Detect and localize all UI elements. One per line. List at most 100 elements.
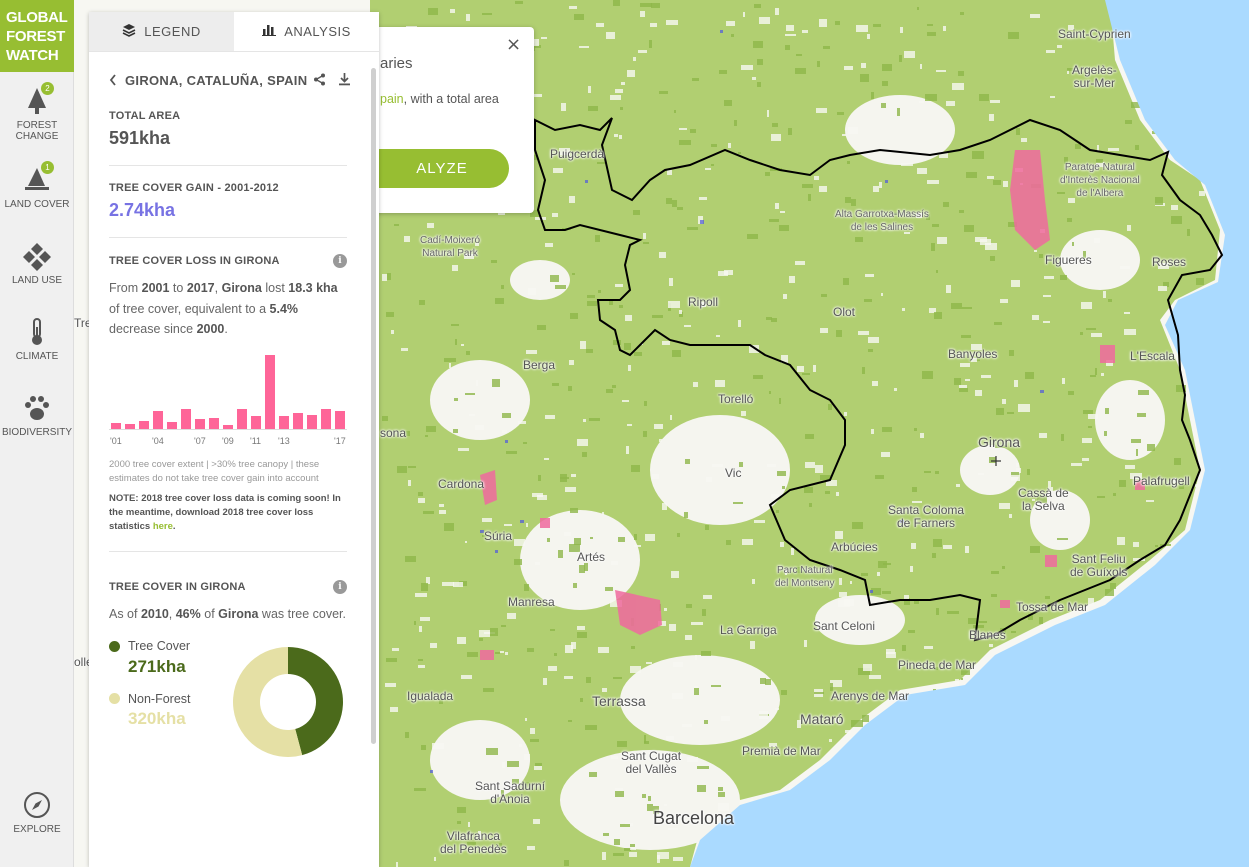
gain-section: TREE COVER GAIN - 2001-2012 2.74kha (109, 182, 351, 221)
map-place-label: Manresa (508, 595, 555, 609)
loss-bar-2006[interactable] (180, 408, 192, 429)
loss-note-2018: NOTE: 2018 tree cover loss data is comin… (109, 492, 347, 534)
map-place-label: Paratge Natural d'Interès Nacional de l'Al… (1060, 162, 1140, 199)
menu-climate[interactable]: CLIMATE (0, 317, 74, 362)
loss-bar-2008[interactable] (208, 418, 220, 429)
loss-bar-2016[interactable] (320, 409, 332, 429)
loss-bar-2002[interactable] (124, 423, 136, 429)
text: As of (109, 606, 141, 621)
menu-land-cover-label: LAND COVER (4, 199, 70, 210)
text: , (168, 606, 176, 621)
loss-end-year: 2017 (186, 281, 215, 295)
panel-scrollbar[interactable] (371, 68, 376, 744)
map-place-label: Alta Garrotxa-Massís de les Salines (835, 209, 929, 233)
legend-tree-cover: Tree Cover (109, 636, 191, 657)
non-forest-label: Non-Forest (128, 691, 191, 706)
map-place-label: Mataró (800, 711, 844, 727)
loss-bar-2017[interactable] (334, 411, 346, 429)
cover-sentence: As of 2010, 46% of Girona was tree cover… (109, 604, 347, 625)
map-place-label: Vilafranca del Penedès (440, 829, 507, 856)
bar-chart-icon (262, 24, 277, 39)
tab-legend[interactable]: LEGEND (89, 12, 234, 51)
total-area-section: TOTAL AREA 591kha (109, 110, 351, 149)
divider (109, 237, 347, 238)
loss-amount: 18.3 kha (288, 281, 338, 295)
loss-bar-2005[interactable] (166, 421, 178, 429)
loss-bar-2014[interactable] (292, 413, 304, 429)
menu-forest-change[interactable]: 2 FOREST CHANGE (0, 82, 74, 142)
total-area-label: TOTAL AREA (109, 110, 181, 122)
loss-bar-2013[interactable] (278, 416, 290, 429)
menu-land-use[interactable]: LAND USE (0, 241, 74, 286)
loss-bar-2011[interactable] (250, 416, 262, 429)
map-place-label: Torelló (718, 392, 754, 406)
map-place-label: Pineda de Mar (898, 658, 977, 672)
cover-legend-block: Tree Cover 271kha Non-Forest 320kha (109, 636, 347, 766)
text: From (109, 281, 142, 295)
download-icon[interactable] (338, 71, 351, 90)
cover-title: TREE COVER IN GIRONA (109, 580, 246, 593)
info-icon[interactable]: i (333, 254, 347, 268)
x-tick-label: '11 (250, 435, 262, 446)
analysis-popup: aries pain, with a total area ALYZE × (375, 27, 534, 213)
text: of tree cover, equivalent to a (109, 301, 270, 316)
loss-bar-2007[interactable] (194, 418, 206, 429)
text: lost (261, 281, 289, 295)
map-place-label: Blanes (969, 628, 1006, 642)
total-area-value: 591kha (109, 128, 171, 148)
loss-bar-2001[interactable] (110, 423, 122, 429)
loss-bar-2010[interactable] (236, 409, 248, 429)
map-place-label: Sant Celoni (813, 619, 876, 633)
menu-biodiversity[interactable]: BIODIVERSITY (0, 393, 74, 438)
text: . (224, 322, 228, 336)
map-place-label: Puigcerdà (550, 147, 605, 161)
menu-biodiversity-label: BIODIVERSITY (1, 427, 72, 438)
tree-cover-value: 271kha (128, 656, 186, 676)
layers-icon (122, 23, 136, 40)
menu-explore[interactable]: EXPLORE (0, 790, 74, 835)
text: decrease since (109, 322, 197, 336)
menu-land-cover[interactable]: 1 LAND COVER (0, 161, 74, 210)
forest-change-badge: 2 (41, 82, 54, 95)
back-chevron-icon[interactable] (109, 71, 117, 90)
map-place-label: Sant Cugat del Vallès (621, 749, 682, 776)
map-place-label: Ripoll (688, 295, 719, 309)
analyze-button[interactable]: ALYZE (375, 149, 509, 188)
gain-label: TREE COVER GAIN - 2001-2012 (109, 182, 279, 194)
share-icon[interactable] (313, 71, 326, 90)
loss-bar-2009[interactable] (222, 425, 234, 429)
text: , (214, 281, 222, 295)
map-place-label: Palafrugell (1133, 474, 1190, 488)
logo-line-1: GLOBAL (6, 9, 68, 26)
non-forest-value: 320kha (128, 709, 186, 728)
close-icon[interactable]: × (506, 36, 522, 54)
loss-bar-chart (109, 354, 347, 430)
map-place-label: Terrassa (592, 693, 646, 709)
tab-analysis[interactable]: ANALYSIS (234, 12, 379, 51)
gain-value: 2.74kha (109, 200, 176, 220)
menu-explore-label: EXPLORE (13, 824, 61, 835)
info-icon[interactable]: i (333, 579, 347, 594)
gfw-logo[interactable]: GLOBAL FOREST WATCH (0, 0, 74, 72)
x-tick-label: '04 (152, 435, 164, 446)
popup-country-link[interactable]: pain (380, 92, 404, 106)
thermometer-icon (22, 317, 52, 347)
map-place-label: Cardona (438, 477, 485, 491)
map-place-label: La Garriga (720, 623, 777, 637)
loss-bar-2012[interactable] (264, 355, 276, 429)
divider (109, 165, 347, 166)
loss-base-year: 2000 (196, 322, 225, 336)
menu-climate-label: CLIMATE (15, 351, 59, 362)
loss-title: TREE COVER LOSS IN GIRONA (109, 255, 280, 267)
loss-bar-2003[interactable] (138, 420, 150, 429)
map-place-label: Saint-Cyprien (1058, 27, 1131, 41)
non-forest-swatch (109, 693, 120, 705)
map-place-label: Girona (978, 434, 1021, 450)
panel-body: GIRONA, CATALUÑA, SPAIN TOTAL AREA 591kh… (89, 52, 371, 867)
cover-percent: 46% (175, 606, 201, 621)
loss-bar-2015[interactable] (306, 415, 318, 429)
location-header: GIRONA, CATALUÑA, SPAIN (109, 52, 351, 108)
map-place-label: Santa Coloma de Farners (888, 503, 965, 530)
download-here-link[interactable]: here (153, 521, 173, 532)
loss-bar-2004[interactable] (152, 411, 164, 429)
